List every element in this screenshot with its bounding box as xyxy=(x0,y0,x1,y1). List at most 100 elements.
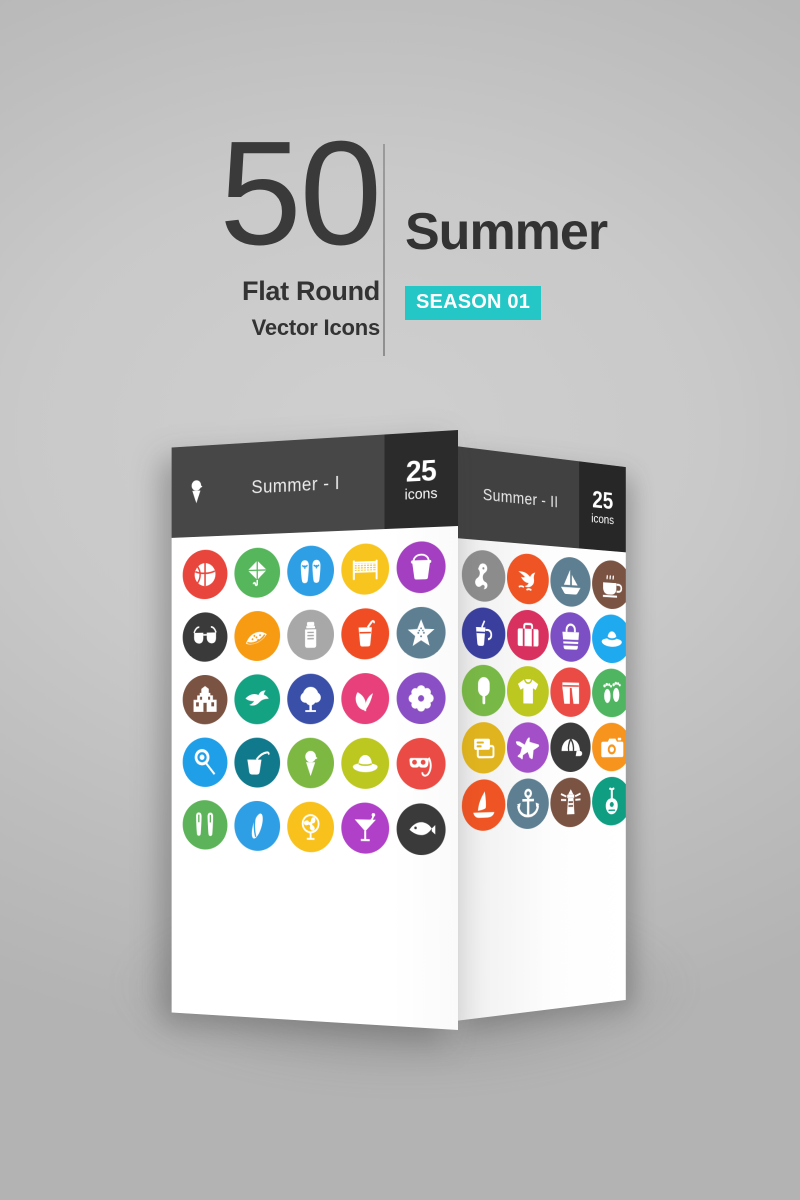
icon-tile-watermelon[interactable] xyxy=(234,610,281,662)
icon-tile-suitcase[interactable] xyxy=(506,608,549,662)
icon-tile-kite[interactable] xyxy=(234,546,281,599)
icon-tile-juice-glass[interactable] xyxy=(341,607,390,660)
flip-flops-icon xyxy=(296,559,325,584)
panel-1-title: Summer - I xyxy=(251,473,340,499)
shorts-icon xyxy=(558,677,583,708)
ice-cream-cone-icon xyxy=(172,476,222,507)
volleyball-net-icon xyxy=(350,559,380,581)
dolphin-icon xyxy=(515,571,536,595)
starfish-icon xyxy=(407,618,435,647)
icon-tile-flip-flops[interactable] xyxy=(287,544,335,597)
anchor-icon xyxy=(515,788,541,820)
icon-tile-coffee-cup[interactable] xyxy=(592,558,626,611)
sun-hat-icon xyxy=(352,754,378,773)
icon-tile-flippers[interactable] xyxy=(182,799,228,851)
icon-tile-cap[interactable] xyxy=(550,722,591,773)
icon-pack-mockup: Summer - II 25 icons Summer - I 25 icons xyxy=(0,0,800,1200)
icon-tile-seagull[interactable] xyxy=(234,674,281,725)
icon-tile-lighthouse[interactable] xyxy=(550,777,591,828)
camera-icon xyxy=(601,737,624,758)
icon-tile-starfish[interactable] xyxy=(396,606,446,659)
watermelon-icon xyxy=(243,620,271,651)
icon-tile-camera[interactable] xyxy=(592,722,626,772)
panel-summer-1: Summer - I 25 icons xyxy=(171,430,458,1030)
icon-tile-cocktail[interactable] xyxy=(341,802,390,855)
ice-cream-cone-icon xyxy=(305,747,325,777)
panel-2-count-number: 25 xyxy=(592,485,614,515)
kite-icon xyxy=(243,557,271,589)
flower-icon xyxy=(408,684,434,712)
icon-tile-tshirt[interactable] xyxy=(506,665,549,717)
icon-tile-seahorse[interactable] xyxy=(461,548,506,603)
sunscreen-icon xyxy=(296,621,325,648)
panel-1-header: Summer - I 25 icons xyxy=(171,430,458,538)
icon-tile-sailboat[interactable] xyxy=(550,555,591,608)
icon-tile-lollipop[interactable] xyxy=(182,737,228,788)
seagull-icon xyxy=(245,690,269,706)
icon-tile-snorkel-mask[interactable] xyxy=(396,737,446,790)
sand-bucket-icon xyxy=(406,551,436,580)
sunglasses-icon xyxy=(191,621,219,644)
panel-2-header: Summer - II 25 icons xyxy=(455,446,626,553)
panel-1-icon-grid xyxy=(172,526,458,856)
snorkel-mask-icon xyxy=(409,748,436,780)
icon-tile-shorts[interactable] xyxy=(550,666,591,718)
fish-icon xyxy=(409,821,436,836)
icon-tile-windsurf[interactable] xyxy=(461,778,506,832)
beach-hat-icon xyxy=(601,631,622,647)
icon-tile-handbag[interactable] xyxy=(550,611,591,663)
icon-tile-fan[interactable] xyxy=(287,801,335,853)
icon-tile-popsicle[interactable] xyxy=(461,664,506,717)
icon-tile-beach-ball[interactable] xyxy=(182,548,228,600)
fan-icon xyxy=(296,811,325,843)
panel-2-icon-grid xyxy=(455,538,626,832)
icon-tile-tree[interactable] xyxy=(287,673,335,725)
icon-tile-ice-cream-cone[interactable] xyxy=(287,737,335,789)
windsurf-icon xyxy=(473,789,495,818)
icon-tile-beach-hat[interactable] xyxy=(592,613,626,664)
coconut-drink-icon xyxy=(247,747,271,775)
airplane-icon xyxy=(515,737,539,760)
panel-1-count-number: 25 xyxy=(405,454,437,489)
icon-tile-soda-drink[interactable] xyxy=(461,606,506,660)
icon-tile-flower[interactable] xyxy=(396,672,446,725)
panel-2-title: Summer - II xyxy=(482,485,559,512)
seahorse-icon xyxy=(475,562,488,590)
icon-tile-ticket[interactable] xyxy=(461,722,506,774)
icon-tile-guitar[interactable] xyxy=(592,776,626,827)
leaves-icon xyxy=(355,692,373,711)
icon-tile-sunscreen[interactable] xyxy=(287,609,335,661)
icon-tile-dolphin[interactable] xyxy=(506,552,549,606)
footprints-icon xyxy=(603,681,621,703)
icon-tile-footprints[interactable] xyxy=(592,668,626,718)
icon-tile-leaves[interactable] xyxy=(341,672,390,725)
icon-tile-airplane[interactable] xyxy=(506,722,549,774)
icon-tile-volleyball-net[interactable] xyxy=(341,542,390,596)
icon-tile-sand-bucket[interactable] xyxy=(396,540,446,594)
tree-icon xyxy=(300,686,321,714)
icon-tile-fish[interactable] xyxy=(396,803,446,856)
icon-tile-sunglasses[interactable] xyxy=(182,611,228,663)
panel-1-count-badge: 25 icons xyxy=(384,430,458,530)
icon-tile-anchor[interactable] xyxy=(506,778,549,830)
panel-2-count-badge: 25 icons xyxy=(579,461,626,553)
panel-1-count-label: icons xyxy=(404,485,438,504)
lighthouse-icon xyxy=(558,789,583,815)
cap-icon xyxy=(561,732,583,757)
guitar-icon xyxy=(605,787,618,815)
icon-tile-coconut-drink[interactable] xyxy=(234,737,281,788)
sandcastle-icon xyxy=(193,685,217,712)
cocktail-icon xyxy=(354,812,380,844)
suitcase-icon xyxy=(517,619,539,647)
icon-tile-surfboard[interactable] xyxy=(234,800,281,852)
coffee-cup-icon xyxy=(600,569,624,601)
surfboard-icon xyxy=(249,811,265,840)
ticket-icon xyxy=(470,738,497,764)
juice-glass-icon xyxy=(350,618,380,647)
icon-tile-sun-hat[interactable] xyxy=(341,737,390,790)
poster-stage: 50 Flat Round Vector Icons Summer SEASON… xyxy=(0,0,800,1200)
icon-tile-sandcastle[interactable] xyxy=(182,674,228,725)
popsicle-icon xyxy=(477,676,490,705)
beach-ball-icon xyxy=(191,559,219,590)
flippers-icon xyxy=(191,809,219,836)
